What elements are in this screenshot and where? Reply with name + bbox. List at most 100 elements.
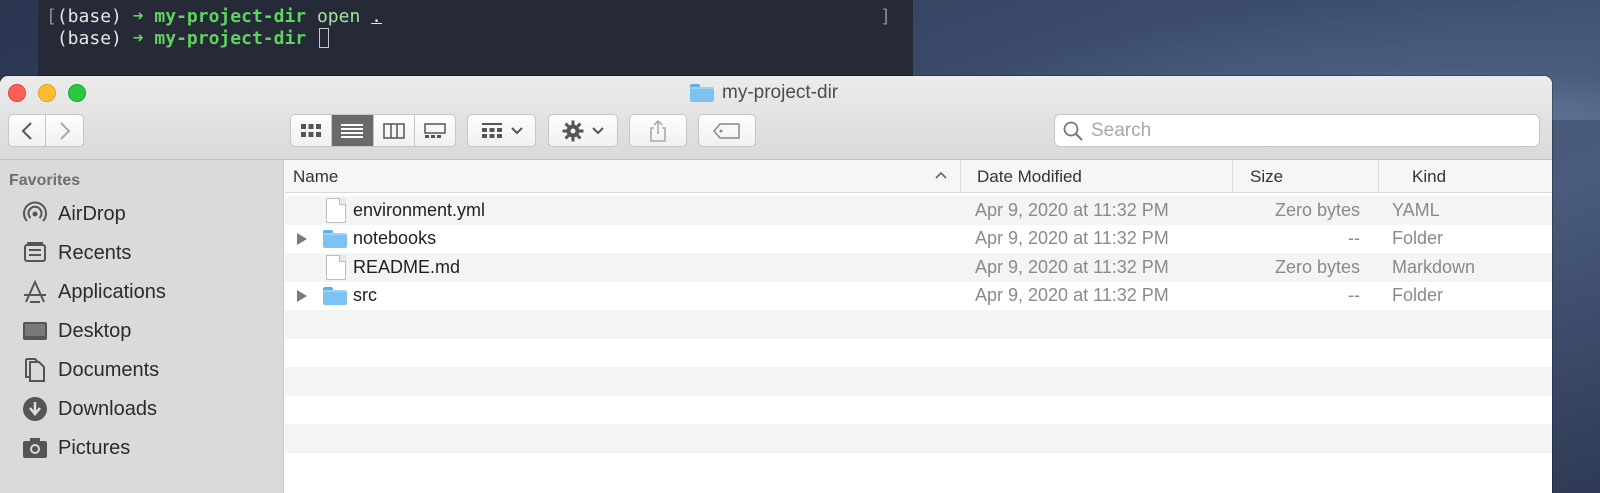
sidebar-item-label: Documents [58, 358, 160, 381]
share-button[interactable] [629, 114, 687, 147]
terminal-cursor[interactable] [318, 28, 329, 48]
folder-icon [690, 84, 714, 102]
downloads-icon [22, 396, 48, 422]
icon-view-button[interactable] [291, 115, 333, 146]
gear-icon [562, 120, 584, 141]
terminal-bracket: ] [880, 6, 891, 27]
chevron-down-icon [510, 126, 523, 134]
row-kind: YAML [1392, 199, 1440, 220]
search-placeholder: Search [1091, 119, 1152, 141]
file-list: Name Date Modified Size Kind environment… [285, 160, 1552, 493]
search-field[interactable]: Search [1054, 114, 1540, 147]
column-header-size[interactable]: Size [1233, 160, 1379, 193]
table-row[interactable]: README.md Apr 9, 2020 at 11:32 PM Zero b… [285, 253, 1552, 282]
column-header-date[interactable]: Date Modified [961, 160, 1233, 193]
gallery-icon [424, 122, 446, 138]
zoom-button[interactable] [68, 84, 86, 102]
column-header-label: Name [293, 166, 339, 186]
sidebar: Favorites AirDrop Recents Applications D… [0, 160, 284, 493]
chevron-right-icon [59, 121, 70, 140]
sidebar-item-recents[interactable]: Recents [22, 236, 277, 270]
airdrop-icon [22, 201, 48, 227]
sidebar-item-documents[interactable]: Documents [22, 353, 277, 387]
gallery-view-button[interactable] [415, 115, 455, 146]
close-button[interactable] [8, 84, 26, 102]
row-name: src [353, 285, 377, 306]
row-date: Apr 9, 2020 at 11:32 PM [975, 285, 1169, 306]
empty-row [285, 367, 1552, 396]
share-icon [650, 119, 666, 142]
empty-row [285, 339, 1552, 368]
prompt-arrow-icon: ➜ [132, 6, 144, 27]
row-date: Apr 9, 2020 at 11:32 PM [975, 199, 1169, 220]
folder-icon [323, 229, 347, 248]
terminal-command-arg: . [371, 6, 383, 27]
pictures-icon [22, 435, 48, 461]
columns-icon [382, 122, 405, 139]
document-icon [326, 198, 346, 223]
terminal-line-1: [(base) ➜ my-project-dir open . [46, 6, 383, 27]
window-title-text: my-project-dir [722, 82, 839, 103]
minimize-button[interactable] [38, 84, 56, 102]
table-row[interactable]: environment.yml Apr 9, 2020 at 11:32 PM … [285, 196, 1552, 225]
empty-row [285, 424, 1552, 453]
list-view-button[interactable] [332, 115, 374, 146]
list-lines-icon [341, 123, 364, 138]
sidebar-item-label: AirDrop [58, 202, 126, 225]
sidebar-item-label: Pictures [58, 436, 131, 459]
sidebar-item-desktop[interactable]: Desktop [22, 314, 277, 348]
icon-grid-icon [301, 123, 322, 137]
table-row[interactable]: notebooks Apr 9, 2020 at 11:32 PM -- Fol… [285, 225, 1552, 254]
row-size: Zero bytes [1274, 256, 1360, 277]
chevron-down-icon [592, 126, 604, 134]
row-kind: Folder [1392, 228, 1444, 249]
column-header-label: Date Modified [977, 166, 1082, 186]
disclosure-triangle-icon[interactable] [297, 232, 307, 245]
titlebar[interactable]: my-project-dir Search [0, 76, 1552, 160]
disclosure-triangle-icon[interactable] [297, 289, 307, 302]
view-mode-selector [290, 114, 456, 147]
row-name: README.md [353, 256, 461, 277]
tag-icon [713, 122, 740, 139]
sidebar-item-airdrop[interactable]: AirDrop [22, 197, 277, 231]
terminal-window[interactable]: [(base) ➜ my-project-dir open . ] (base)… [38, 0, 913, 80]
row-size: Zero bytes [1274, 199, 1360, 220]
row-kind: Markdown [1392, 256, 1476, 277]
terminal-cwd: my-project-dir [154, 6, 307, 27]
list-header: Name Date Modified Size Kind [285, 160, 1552, 193]
sidebar-item-applications[interactable]: Applications [22, 275, 277, 309]
sidebar-item-label: Desktop [58, 319, 132, 342]
row-size: -- [1348, 285, 1360, 306]
column-header-label: Size [1250, 166, 1284, 186]
tags-button[interactable] [698, 114, 756, 147]
column-header-name[interactable]: Name [285, 160, 961, 193]
row-name: environment.yml [353, 199, 486, 220]
sidebar-heading-favorites: Favorites [9, 172, 81, 189]
documents-icon [22, 357, 48, 383]
back-button[interactable] [8, 114, 46, 147]
terminal-command: open [316, 6, 361, 27]
folder-icon [323, 286, 347, 305]
column-header-kind[interactable]: Kind [1379, 160, 1552, 193]
group-by-button[interactable] [467, 114, 536, 147]
empty-row [285, 310, 1552, 339]
group-grid-icon [481, 122, 502, 138]
terminal-line-2: (base) ➜ my-project-dir [46, 28, 329, 49]
sidebar-item-label: Recents [58, 241, 132, 264]
sidebar-item-downloads[interactable]: Downloads [22, 392, 277, 426]
terminal-prompt: (base) [56, 28, 122, 49]
row-kind: Folder [1392, 285, 1444, 306]
chevron-left-icon [21, 121, 32, 140]
recents-icon [22, 240, 48, 266]
empty-row [285, 453, 1552, 482]
sidebar-item-label: Applications [58, 280, 166, 303]
sidebar-item-pictures[interactable]: Pictures [22, 431, 277, 465]
prompt-arrow-icon: ➜ [132, 28, 144, 49]
row-date: Apr 9, 2020 at 11:32 PM [975, 256, 1169, 277]
applications-icon [22, 279, 48, 305]
action-button[interactable] [548, 114, 618, 147]
column-view-button[interactable] [374, 115, 415, 146]
table-row[interactable]: src Apr 9, 2020 at 11:32 PM -- Folder [285, 282, 1552, 311]
sort-ascending-icon [935, 171, 947, 179]
forward-button[interactable] [46, 114, 84, 147]
